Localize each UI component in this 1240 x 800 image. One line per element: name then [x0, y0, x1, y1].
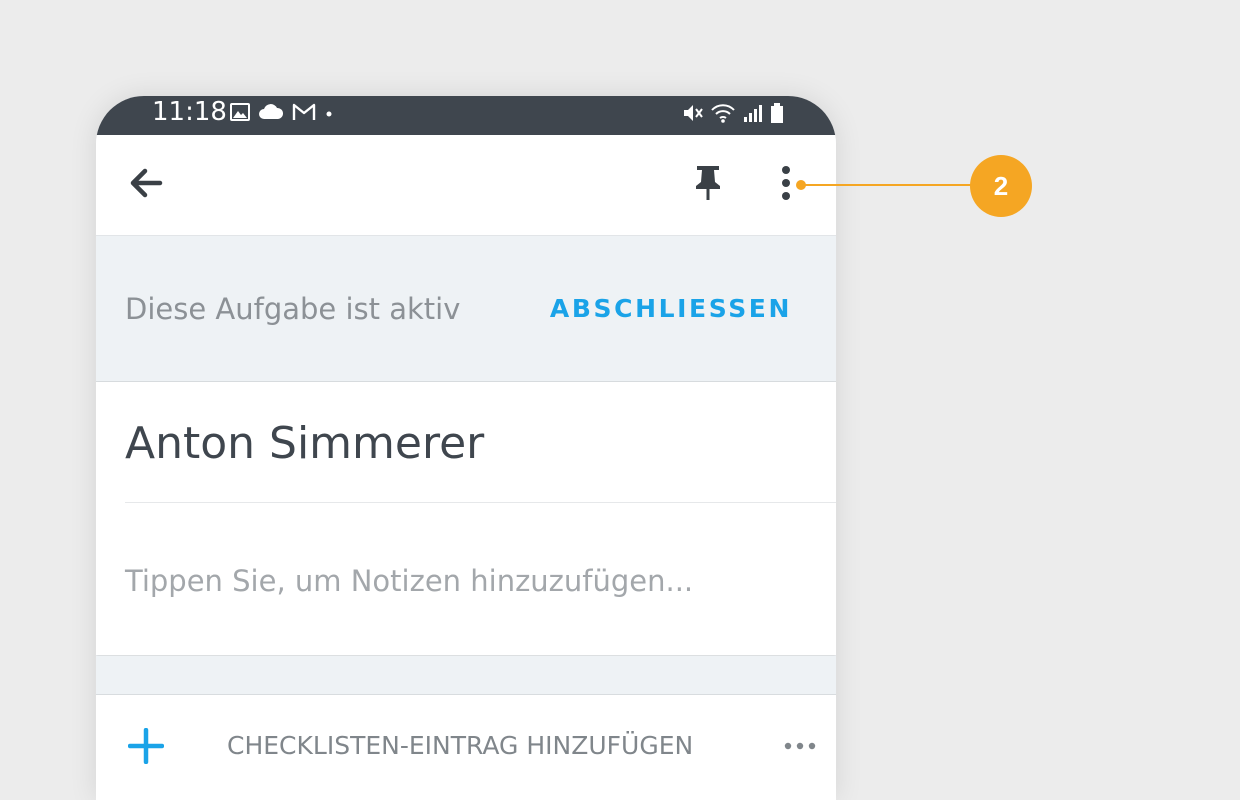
notes-field[interactable]: Tippen Sie, um Notizen hinzuzufügen...	[125, 564, 693, 598]
task-title[interactable]: Anton Simmerer	[125, 418, 484, 470]
callout-line	[800, 184, 976, 186]
status-bar: 11:18	[96, 96, 836, 135]
phone-frame: 11:18 Diese Aufgabe ist aktiv ABSCHLIESS…	[96, 96, 836, 800]
task-status-text: Diese Aufgabe ist aktiv	[125, 292, 461, 326]
image-icon	[230, 102, 250, 122]
callout-dot	[796, 180, 806, 190]
app-bar	[96, 135, 836, 236]
dot-icon	[324, 102, 334, 122]
more-horizontal-icon[interactable]	[784, 731, 816, 761]
callout-badge: 2	[970, 155, 1032, 217]
gmail-icon	[292, 102, 316, 122]
complete-task-button[interactable]: ABSCHLIESSEN	[550, 292, 792, 326]
cloud-icon	[258, 102, 284, 122]
wifi-icon	[710, 102, 736, 123]
plus-icon[interactable]	[127, 727, 165, 765]
status-left-icons	[230, 102, 334, 122]
back-button[interactable]	[124, 165, 168, 205]
pin-button[interactable]	[688, 163, 728, 207]
pin-icon	[693, 164, 723, 206]
add-checklist-item-label[interactable]: CHECKLISTEN-EINTRAG HINZUFÜGEN	[227, 729, 693, 763]
add-checklist-item-row[interactable]: CHECKLISTEN-EINTRAG HINZUFÜGEN	[96, 695, 836, 800]
battery-icon	[770, 102, 784, 123]
mute-icon	[682, 102, 704, 122]
status-right-icons	[682, 100, 784, 124]
status-time: 11:18	[152, 97, 227, 127]
title-divider	[125, 502, 836, 503]
arrow-left-icon	[128, 167, 164, 203]
section-separator	[96, 656, 836, 695]
task-status-bar: Diese Aufgabe ist aktiv ABSCHLIESSEN	[96, 236, 836, 382]
task-details-card: Anton Simmerer Tippen Sie, um Notizen hi…	[96, 382, 836, 655]
more-vertical-icon	[780, 165, 792, 205]
signal-icon	[742, 102, 764, 122]
